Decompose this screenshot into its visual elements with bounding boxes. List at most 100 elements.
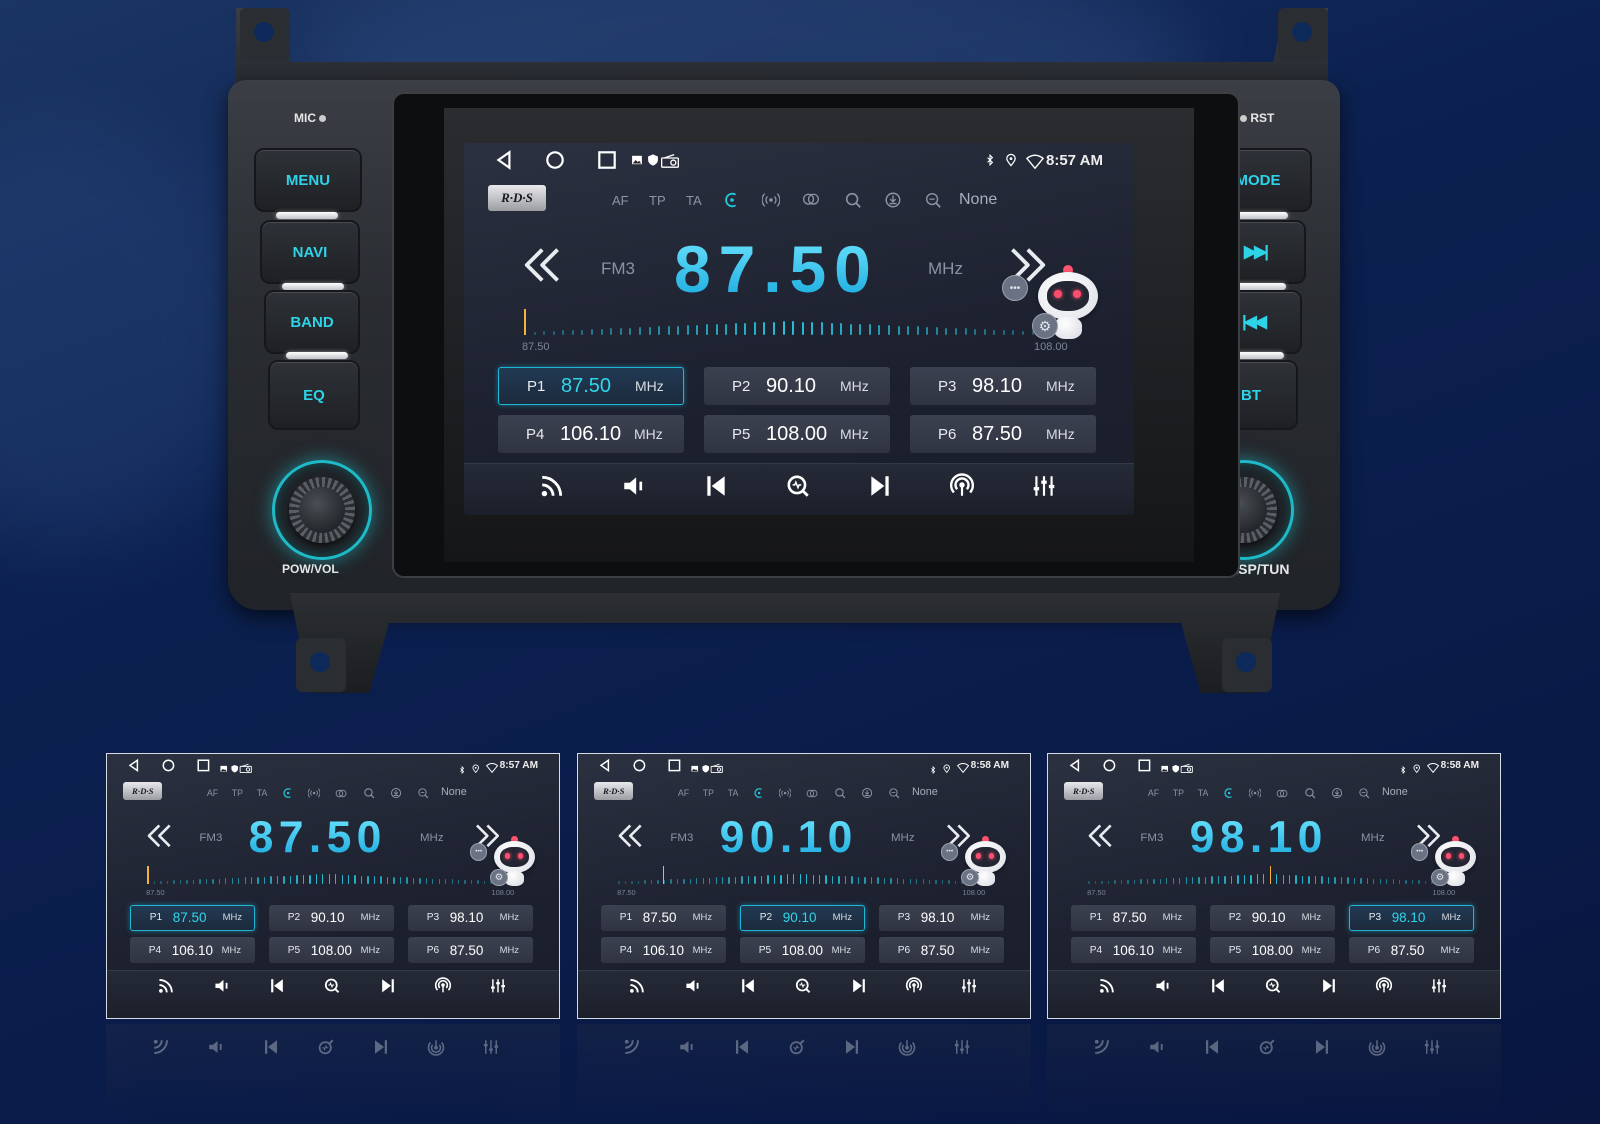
back-button[interactable]	[598, 758, 613, 773]
home-button[interactable]	[632, 758, 647, 773]
power-volume-knob[interactable]	[272, 460, 372, 560]
stereo-icon[interactable]	[802, 191, 820, 209]
preset-p5[interactable]: P5 108.00 MHz	[1209, 937, 1336, 964]
eq-button[interactable]: EQ	[268, 360, 360, 430]
search-button[interactable]	[324, 977, 342, 995]
preset-p4[interactable]: P4 106.10 MHz	[600, 937, 727, 964]
speaker-button[interactable]	[213, 977, 231, 995]
skip-next-button[interactable]	[850, 977, 868, 995]
settings-gear-icon[interactable]: ⚙	[490, 868, 508, 887]
preset-p2[interactable]: P2 90.10 MHz	[704, 367, 890, 405]
chat-bubble-icon[interactable]: •••	[1002, 275, 1028, 301]
preset-p4[interactable]: P4 106.10 MHz	[129, 937, 256, 964]
pty-search-icon[interactable]	[888, 786, 900, 799]
home-button[interactable]	[1102, 758, 1117, 773]
preset-p1[interactable]: P1 87.50 MHz	[498, 367, 684, 405]
preset-p3[interactable]: P3 98.10 MHz	[1348, 905, 1475, 931]
scan-icon[interactable]	[363, 786, 375, 799]
tuning-scale[interactable]	[147, 873, 499, 884]
rds-button[interactable]: R·D·S	[594, 782, 634, 800]
skip-previous-button[interactable]	[1209, 977, 1227, 995]
af-toggle[interactable]: AF	[207, 788, 218, 798]
equalizer-button[interactable]	[1431, 977, 1449, 995]
stereo-icon[interactable]	[1276, 786, 1288, 798]
signal-icon[interactable]	[761, 191, 781, 209]
ta-toggle[interactable]: TA	[257, 788, 268, 798]
rds-button[interactable]: R·D·S	[123, 782, 163, 800]
preset-p2[interactable]: P2 90.10 MHz	[739, 905, 866, 931]
stereo-icon[interactable]	[335, 786, 347, 798]
preset-p5[interactable]: P5 108.00 MHz	[739, 937, 866, 964]
speaker-button[interactable]	[684, 977, 702, 995]
search-button[interactable]	[785, 473, 811, 499]
scan-icon[interactable]	[834, 786, 846, 799]
skip-next-button[interactable]	[867, 473, 893, 499]
signal-icon[interactable]	[307, 786, 321, 798]
seek-back-button[interactable]	[518, 243, 562, 287]
preset-p2[interactable]: P2 90.10 MHz	[1209, 905, 1336, 931]
preset-p1[interactable]: P1 87.50 MHz	[129, 905, 256, 931]
rds-button[interactable]: R·D·S	[1064, 782, 1104, 800]
preset-p3[interactable]: P3 98.10 MHz	[407, 905, 534, 931]
preset-p6[interactable]: P6 87.50 MHz	[878, 937, 1005, 964]
pty-icon[interactable]	[753, 786, 765, 799]
rss-button[interactable]	[158, 977, 176, 995]
tuning-scale[interactable]	[618, 873, 970, 884]
skip-next-button[interactable]	[379, 977, 397, 995]
skip-previous-button[interactable]	[268, 977, 286, 995]
preset-p6[interactable]: P6 87.50 MHz	[407, 937, 534, 964]
equalizer-button[interactable]	[961, 977, 979, 995]
ta-toggle[interactable]: TA	[1198, 788, 1209, 798]
settings-gear-icon[interactable]: ⚙	[1431, 868, 1449, 887]
rss-button[interactable]	[539, 473, 565, 499]
ta-toggle[interactable]: TA	[686, 193, 702, 208]
preset-p6[interactable]: P6 87.50 MHz	[1348, 937, 1475, 964]
chat-bubble-icon[interactable]: •••	[940, 843, 959, 861]
tuning-scale[interactable]	[524, 319, 1044, 335]
preset-p4[interactable]: P4 106.10 MHz	[1070, 937, 1197, 964]
reset-hole-icon[interactable]	[1240, 115, 1247, 122]
preset-p5[interactable]: P5 108.00 MHz	[268, 937, 395, 964]
tuning-scale[interactable]	[1088, 873, 1440, 884]
recents-button[interactable]	[196, 758, 211, 773]
preset-p3[interactable]: P3 98.10 MHz	[910, 367, 1096, 405]
ta-toggle[interactable]: TA	[728, 788, 739, 798]
speaker-button[interactable]	[1154, 977, 1172, 995]
broadcast-button[interactable]	[949, 473, 975, 499]
home-button[interactable]	[161, 758, 176, 773]
preset-p3[interactable]: P3 98.10 MHz	[878, 905, 1005, 931]
pty-search-icon[interactable]	[924, 191, 942, 209]
settings-gear-icon[interactable]: ⚙	[961, 868, 979, 887]
tp-toggle[interactable]: TP	[232, 788, 243, 798]
tp-toggle[interactable]: TP	[1173, 788, 1184, 798]
preset-p1[interactable]: P1 87.50 MHz	[1070, 905, 1197, 931]
skip-previous-button[interactable]	[703, 473, 729, 499]
auto-store-icon[interactable]	[884, 191, 902, 209]
auto-store-icon[interactable]	[390, 786, 402, 799]
seek-back-button[interactable]	[1084, 821, 1114, 851]
broadcast-button[interactable]	[905, 976, 923, 995]
search-button[interactable]	[795, 977, 813, 995]
pty-search-icon[interactable]	[417, 786, 429, 799]
recents-button[interactable]	[596, 149, 618, 171]
back-button[interactable]	[127, 758, 142, 773]
back-button[interactable]	[1068, 758, 1083, 773]
tp-toggle[interactable]: TP	[649, 193, 666, 208]
preset-p5[interactable]: P5 108.00 MHz	[704, 415, 890, 453]
af-toggle[interactable]: AF	[612, 193, 629, 208]
preset-p1[interactable]: P1 87.50 MHz	[600, 905, 727, 931]
navi-button[interactable]: NAVI	[260, 220, 360, 284]
recents-button[interactable]	[1137, 758, 1152, 773]
scan-icon[interactable]	[844, 191, 862, 209]
chat-bubble-icon[interactable]: •••	[469, 843, 488, 861]
seek-back-button[interactable]	[143, 821, 173, 851]
equalizer-button[interactable]	[490, 977, 508, 995]
home-button[interactable]	[544, 149, 566, 171]
menu-button[interactable]: MENU	[254, 148, 362, 212]
skip-previous-button[interactable]	[739, 977, 757, 995]
recents-button[interactable]	[667, 758, 682, 773]
signal-icon[interactable]	[1248, 786, 1262, 798]
pty-icon[interactable]	[723, 191, 741, 209]
af-toggle[interactable]: AF	[1148, 788, 1159, 798]
band-button[interactable]: BAND	[264, 290, 360, 354]
